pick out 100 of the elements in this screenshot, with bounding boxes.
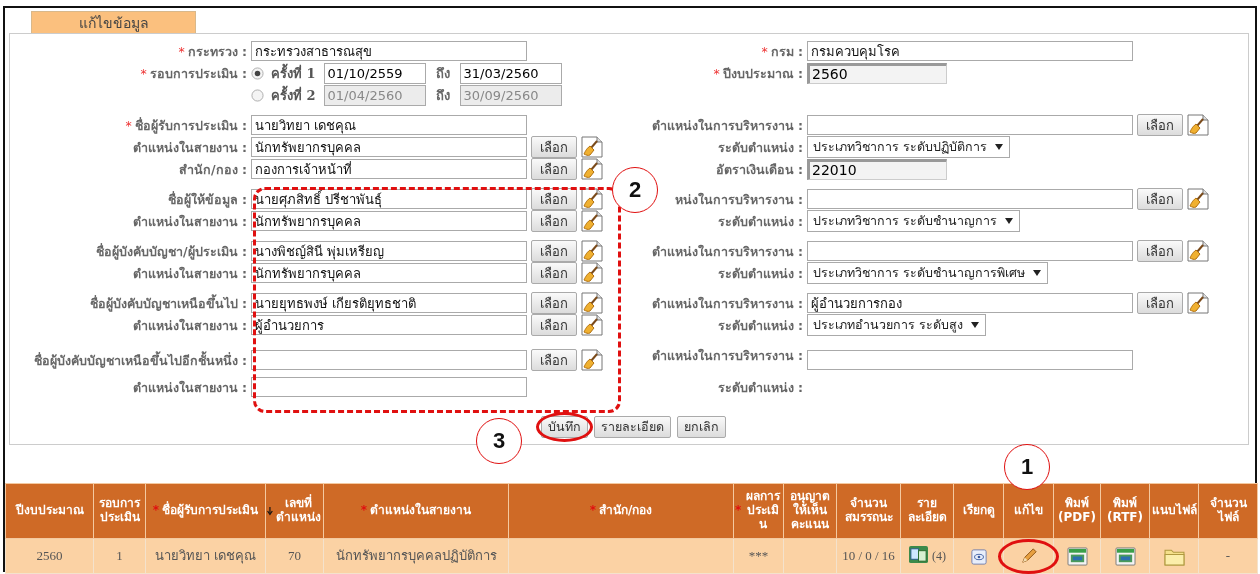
text-field[interactable]: กระทรวงสาธารณสุข bbox=[251, 41, 527, 61]
select-button[interactable]: เลือก bbox=[1137, 240, 1183, 262]
table-cell: 1 bbox=[116, 548, 123, 564]
clear-broom-icon[interactable] bbox=[581, 262, 603, 284]
form-button[interactable]: ยกเลิก bbox=[676, 416, 726, 438]
column-header: แก้ไข bbox=[1014, 504, 1043, 518]
detail-icon[interactable] bbox=[908, 544, 929, 564]
dropdown[interactable]: ประเภทวิชาการ ระดับปฏิบัติการ bbox=[807, 136, 1010, 158]
text-field[interactable] bbox=[807, 350, 1133, 370]
text-field[interactable] bbox=[807, 189, 1133, 209]
callout-number: 3 bbox=[476, 418, 522, 464]
column-header: พิมพ์ (RTF) bbox=[1105, 497, 1145, 525]
text-field[interactable]: ผู้อำนวยการกอง bbox=[807, 293, 1133, 313]
field-label: ชื่อผู้ให้ข้อมูล : bbox=[167, 191, 247, 207]
callout-number: 2 bbox=[612, 167, 658, 213]
text-field[interactable]: นักทรัพยากรบุคคล bbox=[251, 137, 527, 157]
text-field[interactable] bbox=[251, 377, 527, 397]
select-button[interactable]: เลือก bbox=[531, 188, 577, 210]
radio-icon[interactable] bbox=[251, 66, 264, 80]
select-button[interactable]: เลือก bbox=[531, 314, 577, 336]
table-cell: 2560 bbox=[36, 548, 63, 564]
callout-number: 1 bbox=[1004, 444, 1050, 490]
clear-broom-icon[interactable] bbox=[1187, 188, 1209, 210]
select-button[interactable]: เลือก bbox=[1137, 188, 1183, 210]
required-marker: * bbox=[735, 504, 742, 518]
detail-count: (4) bbox=[932, 549, 946, 564]
field-label: ตำแหน่งในสายงาน : bbox=[132, 139, 247, 155]
field-label: ตำแหน่งในการบริหารงาน : bbox=[651, 347, 803, 363]
text-field[interactable]: กรมควบคุมโรค bbox=[807, 41, 1133, 61]
table-cell: 10 / 0 / 16 bbox=[842, 548, 895, 564]
column-header: จำนวนสมรรถนะ bbox=[843, 497, 894, 525]
clear-broom-icon[interactable] bbox=[581, 210, 603, 232]
dropdown-arrow-icon[interactable] bbox=[971, 322, 979, 328]
column-header: ผลการประเมิน bbox=[745, 490, 782, 532]
table-cell: *** bbox=[748, 548, 769, 564]
clear-broom-icon[interactable] bbox=[581, 240, 603, 262]
text-field[interactable] bbox=[807, 241, 1133, 261]
form-button[interactable]: บันทึก bbox=[540, 416, 588, 438]
clear-broom-icon[interactable] bbox=[581, 188, 603, 210]
required-marker: * bbox=[713, 65, 720, 81]
field-label: ระดับตำแหน่ง : bbox=[717, 139, 803, 155]
text-field[interactable]: นักทรัพยากรบุคคล bbox=[251, 211, 527, 231]
dropdown[interactable]: ประเภทอำนวยการ ระดับสูง bbox=[807, 314, 986, 336]
column-header: พิมพ์ (PDF) bbox=[1057, 497, 1097, 525]
field-label: หน่งในการบริหารงาน : bbox=[674, 191, 803, 207]
select-button[interactable]: เลือก bbox=[531, 136, 577, 158]
select-button[interactable]: เลือก bbox=[531, 240, 577, 262]
text-field[interactable] bbox=[807, 115, 1133, 135]
select-button[interactable]: เลือก bbox=[1137, 292, 1183, 314]
text-field[interactable]: นายศุภสิทธิ์ ปรีชาพันธุ์ bbox=[251, 189, 527, 209]
select-button[interactable]: เลือก bbox=[531, 262, 577, 284]
clear-broom-icon[interactable] bbox=[581, 314, 603, 336]
radio-button[interactable]: ครั้งที่ 1 bbox=[251, 62, 316, 84]
view-icon[interactable] bbox=[970, 548, 987, 565]
column-header: จำนวนไฟล์ bbox=[1208, 497, 1248, 525]
dropdown[interactable]: ประเภทวิชาการ ระดับชำนาญการ bbox=[807, 210, 1020, 232]
select-button[interactable]: เลือก bbox=[531, 158, 577, 180]
dropdown-arrow-icon[interactable] bbox=[995, 144, 1003, 150]
text-field[interactable]: ผู้อำนวยการ bbox=[251, 315, 527, 335]
readonly-field[interactable]: 2560 bbox=[807, 62, 947, 84]
print-icon[interactable] bbox=[1114, 546, 1136, 566]
select-button[interactable]: เลือก bbox=[531, 349, 577, 371]
select-button[interactable]: เลือก bbox=[1137, 114, 1183, 136]
text-field[interactable]: กองการเจ้าหน้าที่ bbox=[251, 159, 527, 179]
required-marker: * bbox=[178, 43, 185, 59]
text-field[interactable]: นางพิชญ์สินี พุ่มเหรียญ bbox=[251, 241, 527, 261]
field-label: ระดับตำแหน่ง : bbox=[717, 265, 803, 281]
clear-broom-icon[interactable] bbox=[1187, 240, 1209, 262]
clear-broom-icon[interactable] bbox=[581, 158, 603, 180]
field-label: ตำแหน่งในสายงาน : bbox=[132, 317, 247, 333]
clear-broom-icon[interactable] bbox=[1187, 114, 1209, 136]
sort-arrow-icon[interactable] bbox=[267, 505, 273, 517]
clear-broom-icon[interactable] bbox=[581, 349, 603, 371]
date-field[interactable]: 31/03/2560 bbox=[459, 62, 562, 84]
date-field[interactable]: 01/10/2559 bbox=[323, 62, 426, 84]
text-field[interactable]: นักทรัพยากรบุคคล bbox=[251, 263, 527, 283]
text-field[interactable]: นายยุทธพงษ์ เกียรติยุทธชาติ bbox=[251, 293, 527, 313]
field-label: ชื่อผู้รับการประเมิน : bbox=[134, 117, 247, 133]
required-marker: * bbox=[125, 117, 132, 133]
range-label: ถึง bbox=[435, 86, 450, 105]
required-marker: * bbox=[761, 43, 768, 59]
select-button[interactable]: เลือก bbox=[531, 292, 577, 314]
dropdown[interactable]: ประเภทวิชาการ ระดับชำนาญการพิเศษ bbox=[807, 262, 1048, 284]
column-header: แนบไฟล์ bbox=[1151, 504, 1197, 518]
dropdown-arrow-icon[interactable] bbox=[1033, 270, 1041, 276]
range-label: ถึง bbox=[435, 64, 450, 83]
select-button[interactable]: เลือก bbox=[531, 210, 577, 232]
column-header: รอบการประเมิน bbox=[98, 497, 142, 525]
print-icon[interactable] bbox=[1066, 546, 1088, 566]
dropdown-arrow-icon[interactable] bbox=[1005, 218, 1013, 224]
clear-broom-icon[interactable] bbox=[1187, 292, 1209, 314]
form-tab[interactable]: แก้ไขข้อมูล bbox=[31, 11, 196, 33]
field-label: กระทรวง : bbox=[187, 43, 247, 59]
field-label: ตำแหน่งในสายงาน : bbox=[132, 213, 247, 229]
text-field[interactable]: นายวิทยา เดชคุณ bbox=[251, 115, 527, 135]
clear-broom-icon[interactable] bbox=[581, 292, 603, 314]
clear-broom-icon[interactable] bbox=[581, 136, 603, 158]
readonly-field[interactable]: 22010 bbox=[807, 158, 947, 180]
form-button[interactable]: รายละเอียด bbox=[593, 416, 671, 438]
text-field[interactable] bbox=[251, 350, 527, 370]
